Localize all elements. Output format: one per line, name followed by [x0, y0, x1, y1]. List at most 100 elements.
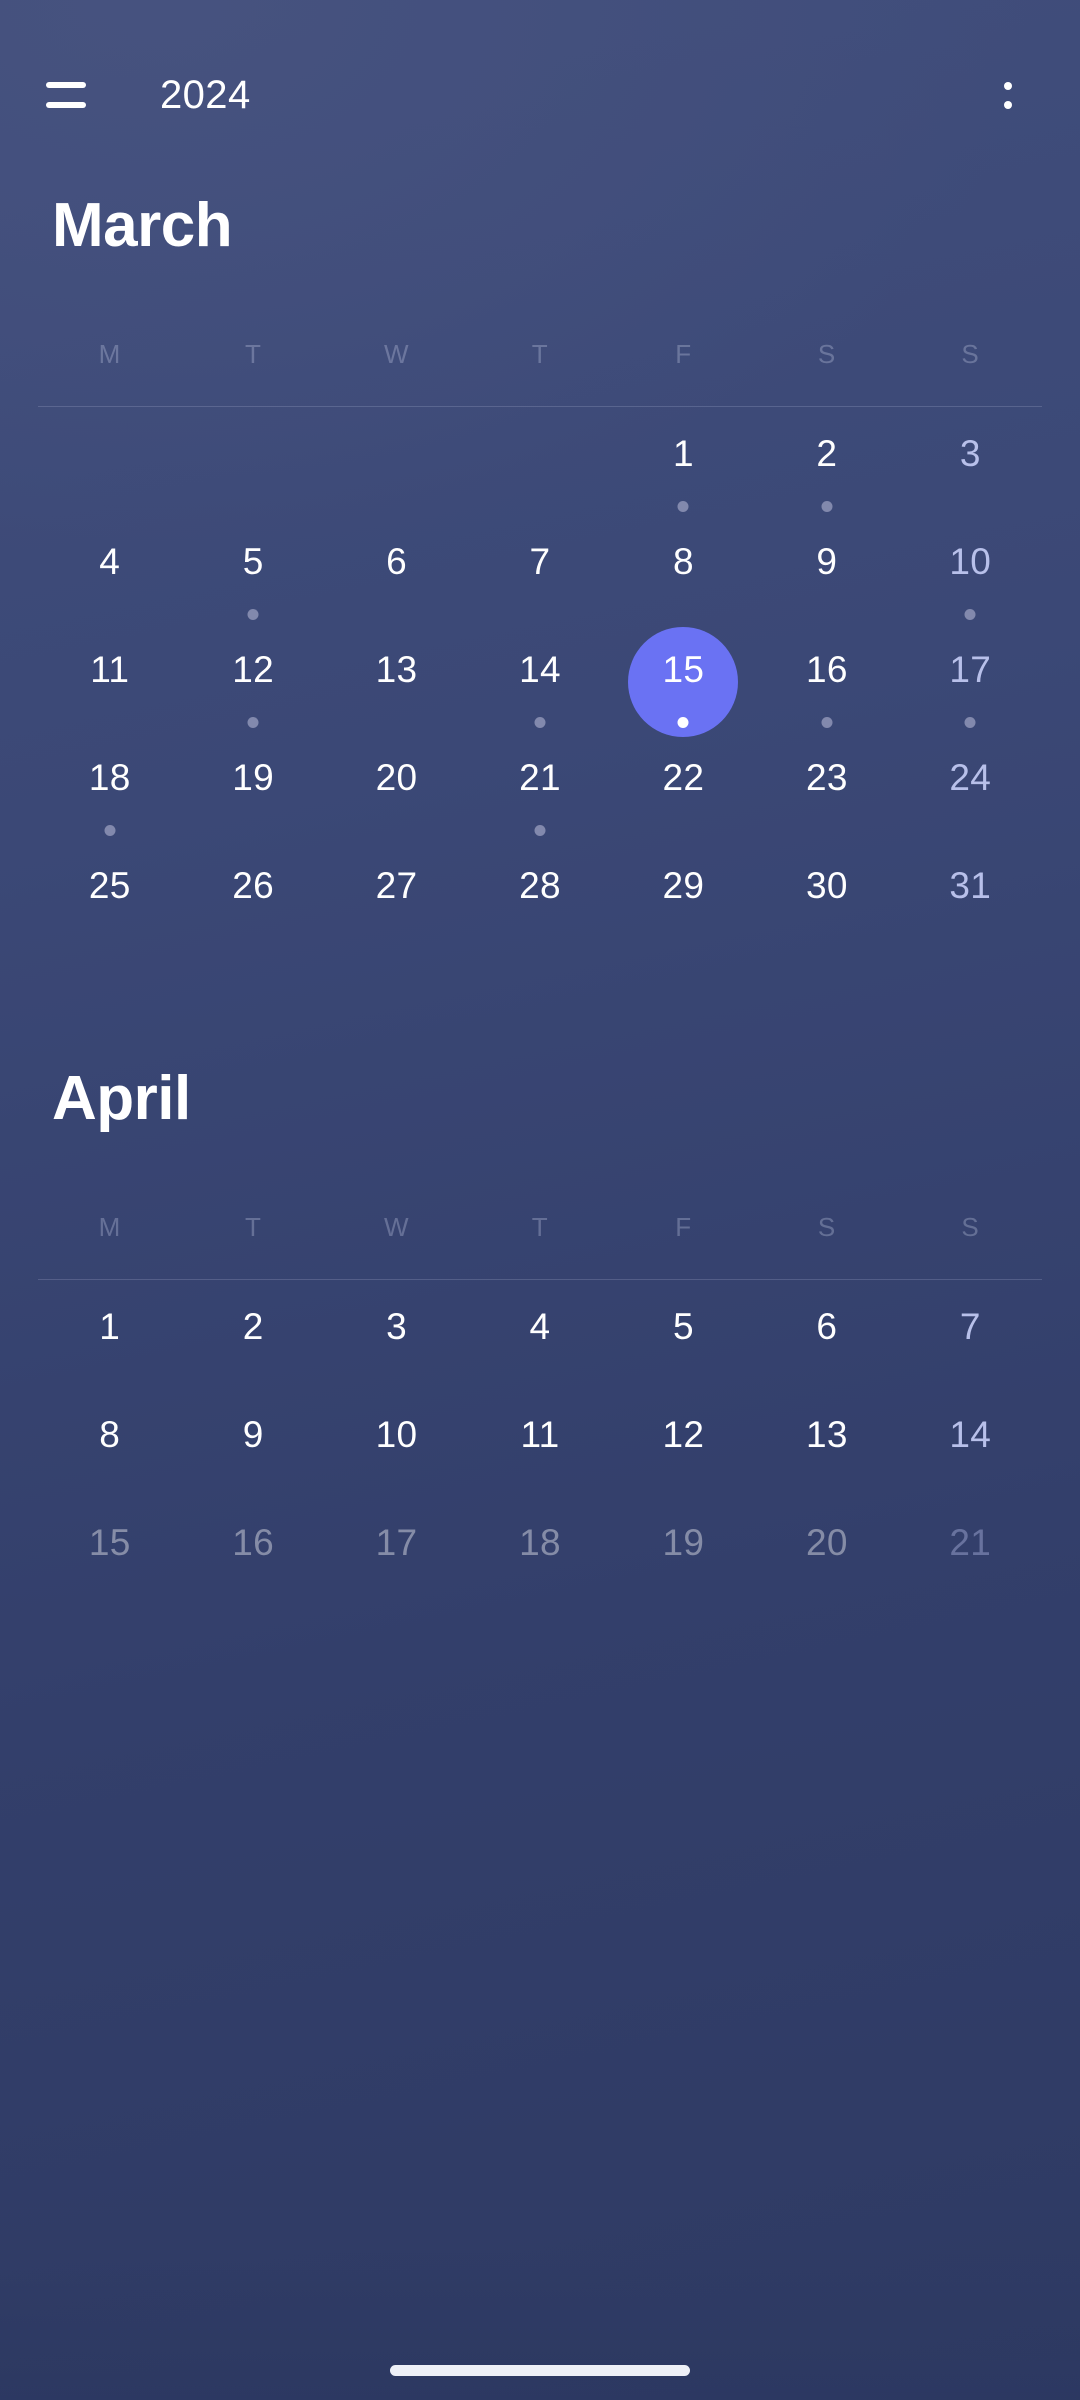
- day-number: 5: [242, 541, 264, 582]
- weekday-label-0: M: [98, 339, 121, 369]
- day-cell[interactable]: 14: [468, 629, 611, 737]
- day-number: 12: [662, 1414, 705, 1455]
- week-row: 4 5 6 7 8 9 10: [38, 521, 1042, 629]
- day-cell[interactable]: 9: [755, 521, 898, 629]
- day-cell[interactable]: 2: [181, 1286, 324, 1394]
- day-cell[interactable]: 3: [325, 1286, 468, 1394]
- day-cell[interactable]: 2: [755, 413, 898, 521]
- weekday-label-5: S: [817, 1212, 836, 1242]
- month-block-april: April M T W T F S S 1 2 3 4 5 6 7 8 9 10 11 12 13 14 15 16 17 18 1…: [0, 1063, 1080, 1610]
- day-cell[interactable]: 28: [468, 845, 611, 953]
- day-cell[interactable]: 10: [325, 1394, 468, 1502]
- weeks-container: 1 2 3 4 5 6 7 8 9 10 11 12 13 14 15 16 17 18 19 20 21 22 23 24 2…: [38, 413, 1042, 953]
- more-dot: [1004, 81, 1012, 90]
- day-cell[interactable]: 16: [755, 629, 898, 737]
- day-cell[interactable]: 12: [612, 1394, 755, 1502]
- day-cell[interactable]: 5: [612, 1286, 755, 1394]
- day-number: 27: [375, 865, 418, 906]
- day-cell[interactable]: 19: [181, 737, 324, 845]
- day-cell[interactable]: 13: [325, 629, 468, 737]
- day-cell[interactable]: 19: [612, 1502, 755, 1610]
- day-number: 7: [529, 541, 551, 582]
- weeks-container: 1 2 3 4 5 6 7 8 9 10 11 12 13 14 15 16 17 18 19 20 21: [38, 1286, 1042, 1610]
- day-number: 14: [949, 1414, 992, 1455]
- day-number: 26: [232, 865, 275, 906]
- day-cell[interactable]: 30: [755, 845, 898, 953]
- day-cell[interactable]: 5: [181, 521, 324, 629]
- day-cell[interactable]: 24: [899, 737, 1042, 845]
- weekday-label-1: T: [244, 1212, 262, 1242]
- event-dot: [821, 717, 833, 728]
- day-number: 25: [88, 865, 131, 906]
- day-number: 9: [816, 541, 838, 582]
- week-row: 11 12 13 14 15 16 17: [38, 627, 1042, 737]
- day-number: 4: [99, 541, 121, 582]
- calendar-scroll-area[interactable]: March M T W T F S S 1 2 3 4 5 6 7 8 9 10 11 12 13 14 15 16 17 18 1…: [0, 190, 1080, 2400]
- day-cell[interactable]: 3: [899, 413, 1042, 521]
- day-cell[interactable]: 7: [468, 521, 611, 629]
- day-number: 19: [232, 757, 275, 798]
- day-cell[interactable]: 22: [612, 737, 755, 845]
- day-cell-selected[interactable]: 15: [612, 627, 755, 737]
- day-number: 31: [949, 865, 992, 906]
- day-cell[interactable]: 6: [325, 521, 468, 629]
- day-cell[interactable]: 9: [181, 1394, 324, 1502]
- day-number: 15: [662, 649, 705, 690]
- day-number: 20: [805, 1522, 848, 1563]
- day-cell[interactable]: 7: [899, 1286, 1042, 1394]
- day-cell[interactable]: 29: [612, 845, 755, 953]
- day-cell[interactable]: 15: [38, 1502, 181, 1610]
- weekday-label-0: M: [98, 1212, 121, 1242]
- day-cell[interactable]: 26: [181, 845, 324, 953]
- day-cell-empty: [38, 413, 181, 521]
- week-row: 1 2 3: [38, 413, 1042, 521]
- month-gap: [0, 953, 1080, 1063]
- day-number: 30: [805, 865, 848, 906]
- day-cell[interactable]: 17: [325, 1502, 468, 1610]
- day-number: 2: [816, 433, 838, 474]
- day-cell-empty: [181, 413, 324, 521]
- month-block-march: March M T W T F S S 1 2 3 4 5 6 7 8 9 10 11 12 13 14 15 16 17 18 1…: [0, 190, 1080, 953]
- day-cell[interactable]: 4: [38, 521, 181, 629]
- day-cell[interactable]: 25: [38, 845, 181, 953]
- day-cell[interactable]: 27: [325, 845, 468, 953]
- day-cell[interactable]: 23: [755, 737, 898, 845]
- day-cell[interactable]: 4: [468, 1286, 611, 1394]
- day-number: 16: [232, 1522, 275, 1563]
- months-container: March M T W T F S S 1 2 3 4 5 6 7 8 9 10 11 12 13 14 15 16 17 18 1…: [0, 190, 1080, 1610]
- day-cell[interactable]: 10: [899, 521, 1042, 629]
- event-dot: [247, 717, 259, 728]
- day-number: 11: [520, 1414, 560, 1455]
- day-cell[interactable]: 16: [181, 1502, 324, 1610]
- day-cell[interactable]: 18: [468, 1502, 611, 1610]
- day-cell[interactable]: 8: [612, 521, 755, 629]
- day-cell[interactable]: 12: [181, 629, 324, 737]
- weekday-label-1: T: [244, 339, 262, 369]
- day-cell[interactable]: 14: [899, 1394, 1042, 1502]
- home-gesture-pill[interactable]: [390, 2365, 690, 2376]
- day-cell[interactable]: 31: [899, 845, 1042, 953]
- day-cell[interactable]: 1: [612, 413, 755, 521]
- day-cell[interactable]: 20: [325, 737, 468, 845]
- day-number: 6: [816, 1306, 838, 1347]
- day-cell[interactable]: 18: [38, 737, 181, 845]
- day-number: 1: [672, 433, 694, 474]
- day-cell[interactable]: 20: [755, 1502, 898, 1610]
- day-number: 23: [805, 757, 848, 798]
- day-cell[interactable]: 8: [38, 1394, 181, 1502]
- month-title: March: [52, 191, 233, 260]
- day-cell[interactable]: 17: [899, 629, 1042, 737]
- more-vertical-icon[interactable]: [982, 67, 1034, 123]
- hamburger-menu-icon[interactable]: [46, 69, 98, 121]
- event-dot: [677, 501, 689, 512]
- day-cell[interactable]: 11: [468, 1394, 611, 1502]
- day-cell[interactable]: 6: [755, 1286, 898, 1394]
- day-cell[interactable]: 13: [755, 1394, 898, 1502]
- week-row: 8 9 10 11 12 13 14: [38, 1394, 1042, 1502]
- day-cell[interactable]: 11: [38, 629, 181, 737]
- day-cell[interactable]: 1: [38, 1286, 181, 1394]
- day-number: 10: [949, 541, 992, 582]
- day-cell[interactable]: 21: [468, 737, 611, 845]
- day-number: 22: [662, 757, 705, 798]
- day-cell[interactable]: 21: [899, 1502, 1042, 1610]
